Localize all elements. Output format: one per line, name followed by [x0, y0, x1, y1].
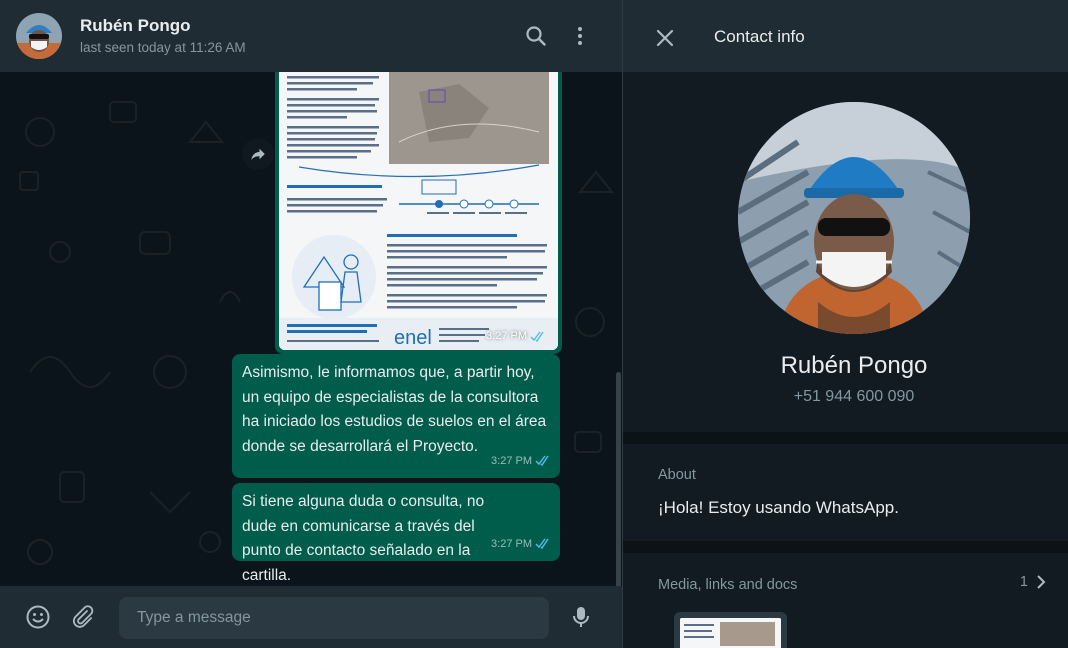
double-check-icon [535, 455, 549, 467]
menu-dots-icon[interactable] [568, 24, 592, 48]
profile-photo[interactable] [738, 102, 970, 334]
contact-info-header: Contact info [623, 0, 1068, 72]
emoji-icon[interactable] [25, 604, 51, 630]
forward-icon[interactable] [242, 138, 274, 170]
contact-phone: +51 944 600 090 [793, 388, 915, 405]
profile-card: Rubén Pongo +51 944 600 090 [623, 72, 1068, 432]
message-text: Si tiene alguna duda o consulta, no dude… [242, 493, 485, 584]
chat-contact-name: Rubén Pongo [80, 16, 191, 35]
message-time: 3:27 PM [486, 330, 546, 342]
close-icon[interactable] [653, 26, 677, 50]
contact-avatar[interactable] [16, 13, 62, 59]
text-message[interactable]: Si tiene alguna duda o consulta, no dude… [232, 483, 560, 584]
media-thumbnail[interactable] [674, 612, 787, 648]
brochure-graphic: enel [279, 72, 558, 350]
last-seen-status: last seen today at 11:26 AM [80, 40, 246, 55]
double-check-icon [530, 331, 544, 342]
microphone-icon[interactable] [568, 604, 594, 630]
chevron-right-icon [1037, 575, 1046, 589]
search-icon[interactable] [524, 24, 548, 48]
media-thumbnail-image [680, 618, 781, 648]
contact-info-title: Contact info [714, 27, 805, 46]
brochure-logo-text: enel [394, 327, 432, 349]
double-check-icon [535, 538, 549, 550]
message-time: 3:27 PM [491, 449, 551, 474]
media-count-link[interactable]: 1 [1020, 574, 1046, 590]
contact-name: Rubén Pongo [780, 352, 928, 379]
media-section: Media, links and docs 1 [623, 553, 1068, 648]
message-text: Asimismo, le informamos que, a partir ho… [242, 364, 547, 455]
chat-header[interactable]: Rubén Pongo last seen today at 11:26 AM [0, 0, 622, 72]
chat-pane: Rubén Pongo last seen today at 11:26 AM [0, 0, 622, 648]
message-list[interactable]: enel 3:27 PM Asimismo, le informamos que… [0, 72, 622, 586]
avatar-photo [16, 13, 62, 59]
paperclip-icon[interactable] [70, 604, 96, 630]
contact-info-panel: Contact info Rubén Pongo +51 944 600 090 [623, 0, 1068, 648]
about-text: ¡Hola! Estoy usando WhatsApp. [658, 498, 899, 517]
about-section: About ¡Hola! Estoy usando WhatsApp. [623, 444, 1068, 541]
image-message[interactable]: enel 3:27 PM [275, 72, 562, 354]
media-count: 1 [1019, 574, 1028, 590]
compose-bar [0, 586, 622, 648]
media-label: Media, links and docs [658, 577, 798, 593]
message-time: 3:27 PM [491, 532, 551, 557]
chat-header-text[interactable]: Rubén Pongo last seen today at 11:26 AM [80, 15, 246, 58]
brochure-image[interactable]: enel 3:27 PM [279, 72, 558, 350]
about-label: About [658, 467, 696, 483]
message-input[interactable] [119, 597, 549, 639]
profile-photo-image [738, 102, 970, 334]
text-message[interactable]: Asimismo, le informamos que, a partir ho… [232, 354, 560, 478]
